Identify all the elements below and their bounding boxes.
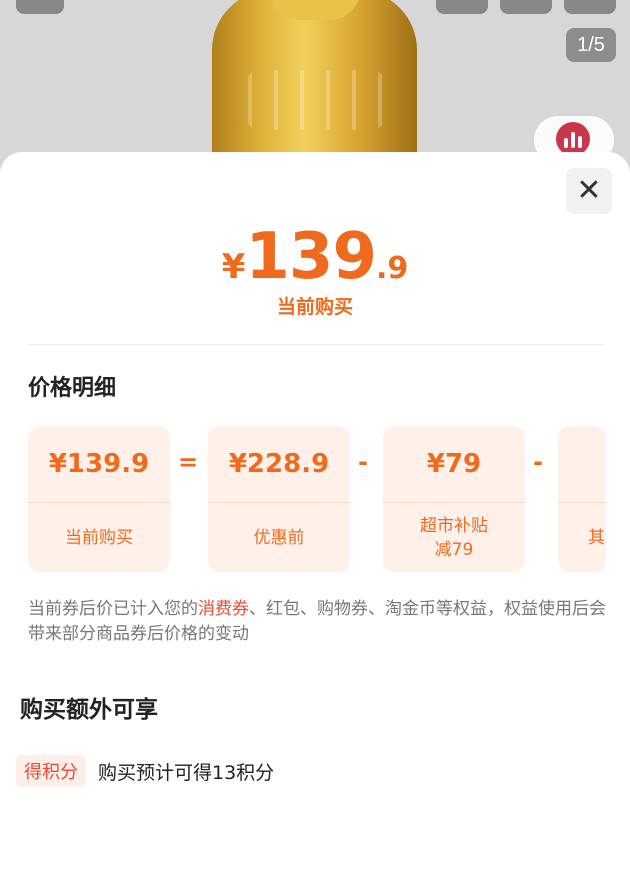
current-price-label: 当前购买 [276,296,353,318]
top-action-button[interactable] [436,0,488,14]
product-image-detail [248,70,383,130]
close-button[interactable]: ✕ [566,168,612,214]
price-currency: ¥ [221,247,246,287]
price-note: 当前券后价已计入您的消费券、红包、购物券、淘金币等权益，权益使用后会带来部分商品… [28,597,608,647]
breakdown-card-original: ¥228.9 优惠前 [208,426,350,572]
image-counter: 1/5 [566,28,616,62]
current-price: ¥139.9 [0,220,630,294]
card-amount: ¥139.9 [48,449,150,479]
card-label: 优惠前 [253,527,305,548]
breakdown-card-subsidy: ¥79 超市补贴 减79 [383,426,525,572]
more-button[interactable] [564,0,616,14]
card-amount: ¥79 [426,449,482,479]
breakdown-card-current: ¥139.9 当前购买 [28,426,170,572]
points-badge: 得积分 [16,755,86,787]
breakdown-title: 价格明细 [28,376,117,401]
equals-operator: = [178,448,199,476]
bar-chart-icon[interactable] [556,122,590,156]
close-icon: ✕ [576,173,602,208]
card-amount: ¥228.9 [228,449,330,479]
price-decimal: .9 [375,251,409,286]
extras-title: 购买额外可享 [20,697,158,723]
card-label: 其 [588,527,605,548]
breakdown-card-other: 其 [558,426,606,572]
card-label: 当前购买 [65,527,133,548]
note-text: 当前券后价已计入您的 [28,599,198,619]
minus-operator: - [358,448,368,476]
coupon-link[interactable]: 消费券 [198,599,249,619]
back-button[interactable] [16,0,64,14]
price-integer: 139 [245,220,377,294]
card-amount [558,426,606,502]
minus-operator: - [533,448,543,476]
points-text: 购买预计可得13积分 [98,762,275,784]
cart-button[interactable] [500,0,552,14]
divider [28,344,604,345]
card-label: 超市补贴 减79 [420,515,488,560]
